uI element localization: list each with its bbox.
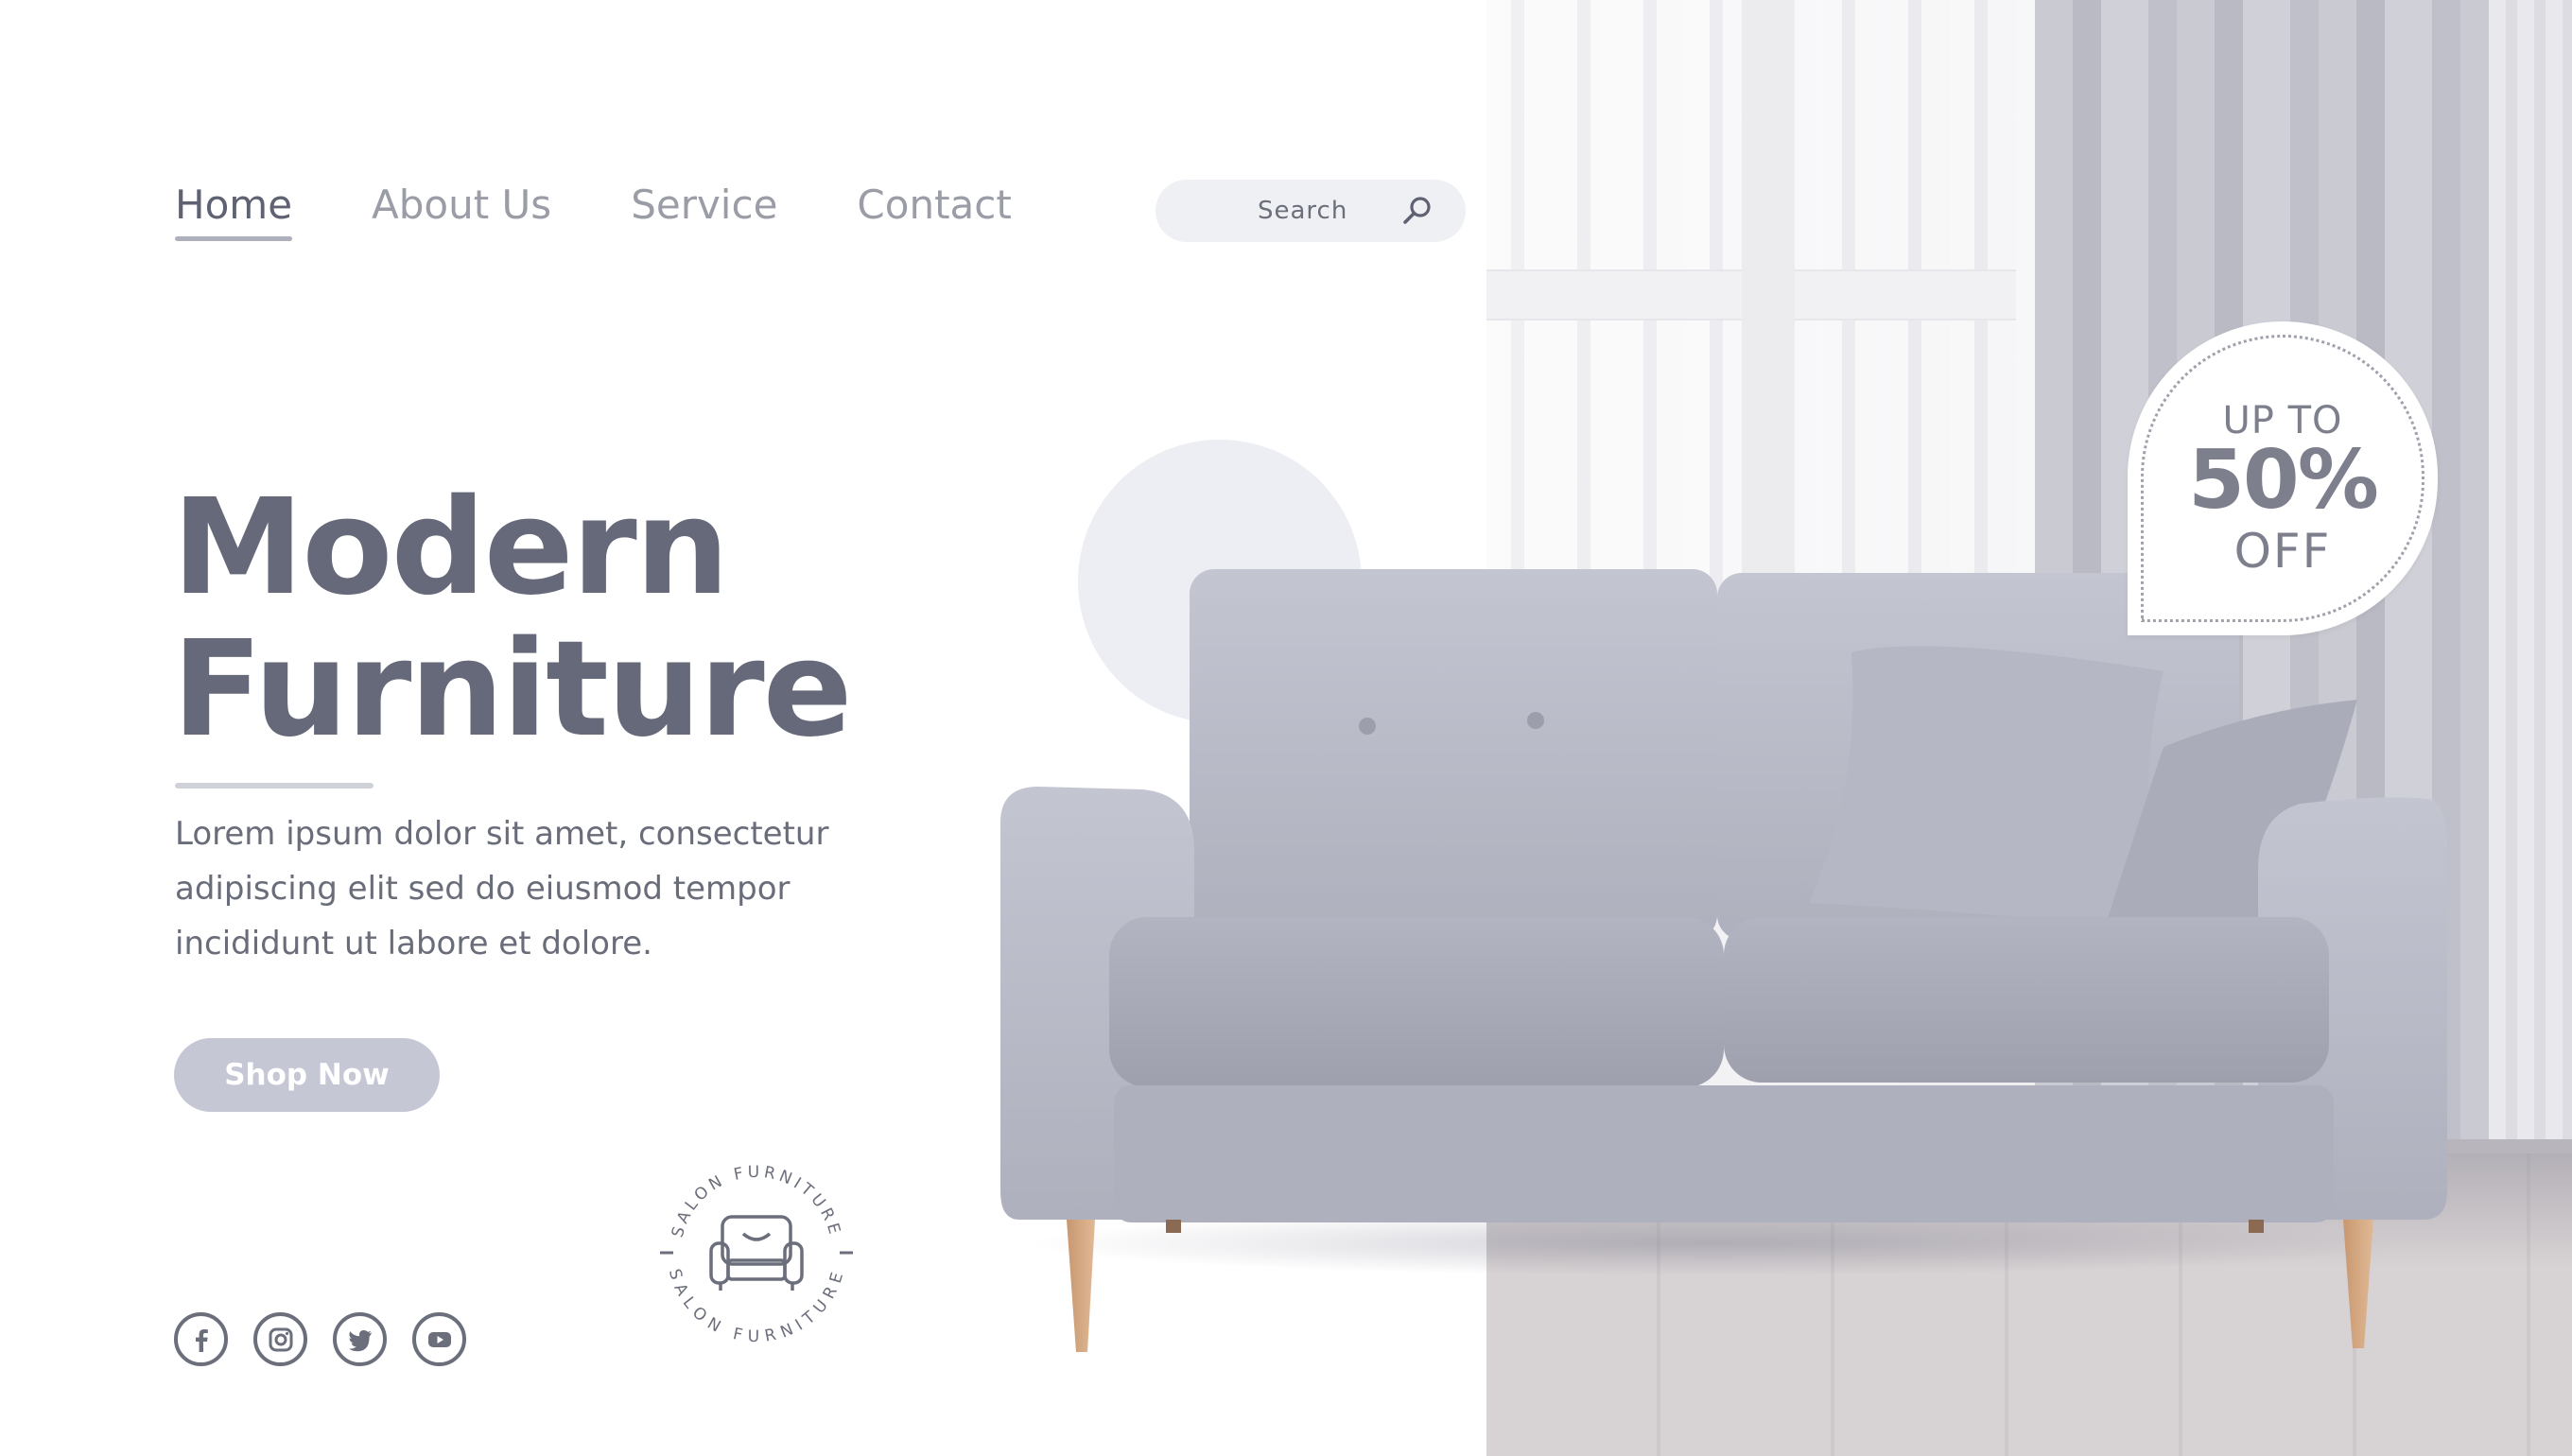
hero-title: Modern Furniture — [172, 471, 853, 767]
search-icon[interactable] — [1401, 195, 1434, 227]
hero-description: Lorem ipsum dolor sit amet, consectetur … — [175, 815, 829, 962]
salon-furniture-logo: SALON FURNITURE SALON FURNITURE — [660, 1163, 853, 1346]
hero-title-line-1: Modern — [172, 471, 729, 625]
search-bar — [1156, 180, 1466, 242]
discount-percent: 50% — [2188, 433, 2379, 528]
discount-badge: UP TO 50% OFF — [2128, 321, 2438, 635]
instagram-link[interactable] — [253, 1312, 307, 1366]
side-curtain — [2489, 0, 2572, 1163]
title-underline — [175, 783, 374, 789]
nav-home[interactable]: Home — [175, 182, 293, 241]
facebook-icon — [195, 1328, 208, 1352]
hero-title-line-2: Furniture — [172, 613, 853, 767]
social-links — [174, 1312, 492, 1366]
landing-page: Home About Us Service Contact Modern Fur… — [0, 0, 2572, 1456]
armchair-icon — [709, 1215, 804, 1291]
main-nav: Home About Us Service Contact — [175, 182, 1091, 257]
shop-now-button[interactable]: Shop Now — [174, 1038, 440, 1112]
sofa-image — [1000, 569, 2447, 1352]
nav-about-us[interactable]: About Us — [372, 182, 551, 241]
logo-text-top: SALON FURNITURE — [669, 1163, 842, 1239]
youtube-icon — [427, 1331, 451, 1347]
discount-off: OFF — [2233, 524, 2332, 579]
nav-service[interactable]: Service — [631, 182, 777, 241]
instagram-icon — [269, 1327, 292, 1351]
facebook-link[interactable] — [174, 1312, 228, 1366]
twitter-icon — [348, 1329, 372, 1351]
nav-contact[interactable]: Contact — [857, 182, 1011, 241]
twitter-link[interactable] — [333, 1312, 387, 1366]
youtube-link[interactable] — [412, 1312, 466, 1366]
svg-text:SALON FURNITURE: SALON FURNITURE — [669, 1163, 845, 1239]
